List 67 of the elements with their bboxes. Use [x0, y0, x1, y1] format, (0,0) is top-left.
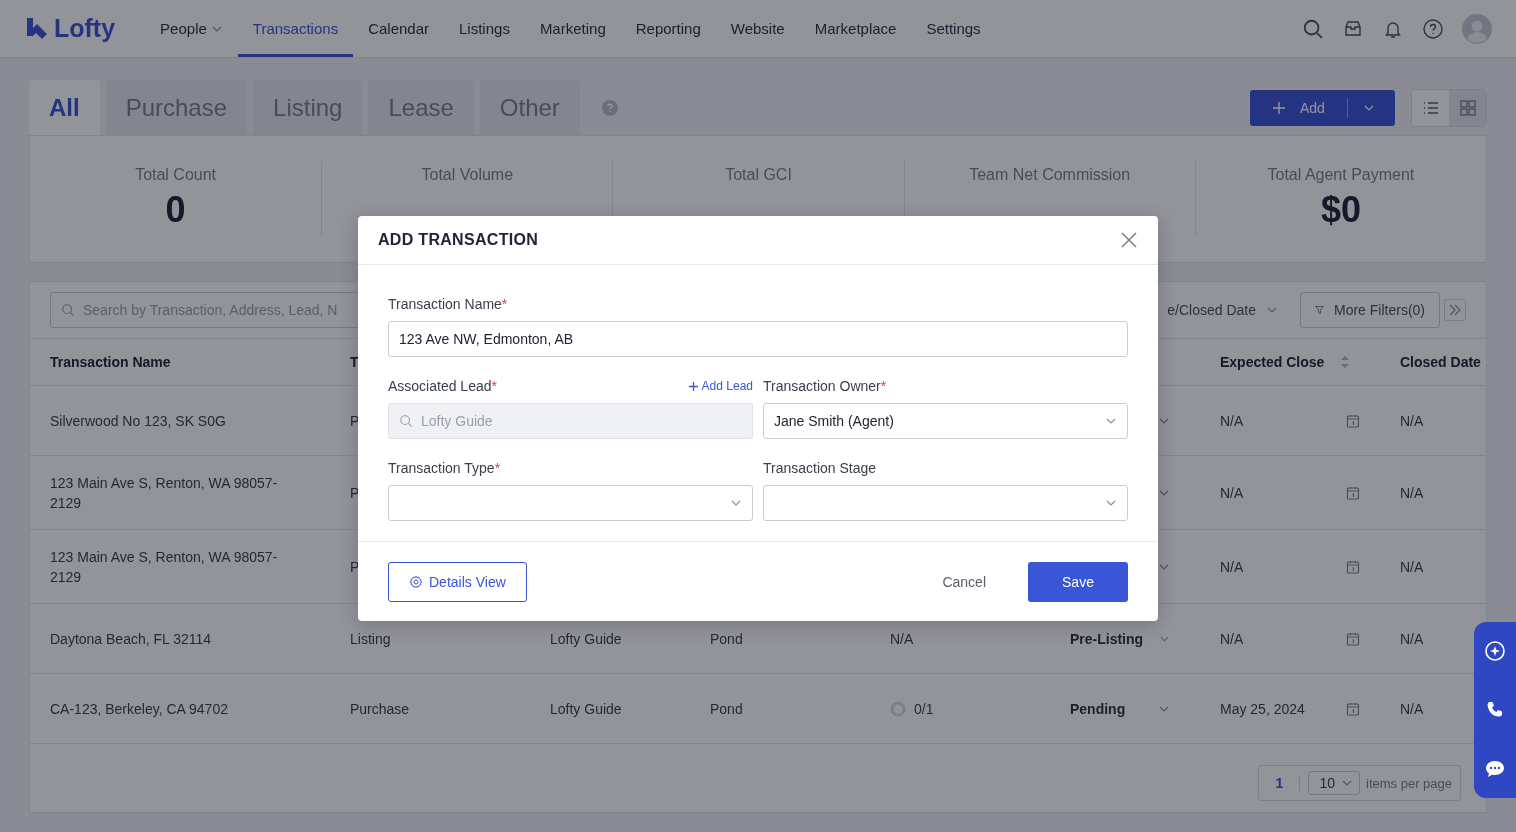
stage-dropdown[interactable]: Pending	[1070, 700, 1126, 717]
table-cell: N/A	[1220, 412, 1244, 429]
nav-item[interactable]: Reporting	[620, 0, 716, 57]
nav-item[interactable]: Listings	[444, 0, 525, 57]
stat-value: $0	[1320, 188, 1361, 232]
table-cell: Lofty Guide	[550, 700, 622, 717]
table-cell-text: 123 Main Ave S, Renton, WA 98057-2129	[50, 547, 279, 587]
table-cell: Lofty Guide	[550, 630, 622, 647]
table-cell-text: N/A	[1400, 700, 1425, 717]
field-label: Transaction Stage	[763, 460, 877, 476]
table-cell: N/A	[1220, 558, 1244, 575]
table-cell: May 25, 2024	[1220, 700, 1305, 717]
table-cell: P	[350, 412, 360, 429]
add-button[interactable]: Add	[1250, 89, 1395, 126]
table-cell: Listing	[350, 630, 391, 647]
select-field[interactable]: Jane Smith (Agent)	[763, 403, 1128, 439]
stat-label: Total Count	[135, 166, 217, 184]
type-tab[interactable]: All	[29, 80, 100, 135]
stat-label: Team Net Commission	[969, 166, 1131, 184]
table-cell-text: N/A	[1400, 484, 1425, 501]
table-cell-text: N/A	[1400, 630, 1425, 647]
stage-dropdown[interactable]: Pre-Listing	[1070, 630, 1144, 647]
save-button[interactable]: Save	[1028, 562, 1128, 602]
stat-label: Total Volume	[421, 166, 514, 184]
table-cell-text: N/A	[1400, 558, 1425, 575]
table-cell: N/A	[890, 630, 914, 647]
transaction-name-field[interactable]: 123 Ave NW, Edmonton, AB	[388, 321, 1128, 357]
table-cell-text: Silverwood No 123, SK S0G	[50, 411, 227, 431]
page-size-label: items per page	[1366, 775, 1452, 791]
field-label: Transaction Type*	[388, 460, 501, 476]
table-cell-text: Daytona Beach, FL 32114	[50, 629, 213, 649]
table-cell: P	[350, 484, 360, 501]
page-size-select[interactable]: 10	[1308, 771, 1360, 795]
details-view-button[interactable]: Details View	[388, 562, 527, 602]
more-filters-button[interactable]: More Filters(0)	[1300, 292, 1440, 328]
field-label: Associated Lead*	[388, 378, 497, 394]
column-header: T	[350, 354, 360, 370]
table-cell: N/A	[1220, 630, 1244, 647]
table-cell: Pond	[710, 630, 743, 647]
nav-item[interactable]: Settings	[911, 0, 996, 57]
column-header[interactable]: Expected Close	[1220, 354, 1325, 370]
page-number[interactable]: 1	[1259, 775, 1301, 791]
table-cell-text: 123 Main Ave S, Renton, WA 98057-2129	[50, 473, 279, 513]
table-cell: Purchase	[350, 700, 410, 717]
nav-item[interactable]: Marketplace	[799, 0, 912, 57]
logo-text: Lofty	[54, 14, 116, 43]
table-cell: Pond	[710, 700, 743, 717]
column-header: Closed Date	[1400, 354, 1482, 370]
field-label: Transaction Owner*	[763, 378, 887, 394]
stat-label: Total GCI	[725, 166, 792, 184]
column-header: Transaction Name	[50, 354, 172, 370]
nav-item[interactable]: Calendar	[353, 0, 444, 57]
nav-item[interactable]: People	[145, 0, 238, 57]
table-cell-text: N/A	[1400, 412, 1425, 429]
nav-item[interactable]: Marketing	[524, 0, 621, 57]
stat-label: Total Agent Payment	[1267, 166, 1415, 184]
field-label: Transaction Name*	[388, 296, 508, 312]
table-cell: 0/1	[914, 700, 934, 717]
dialog-title: ADD TRANSACTION	[378, 231, 539, 249]
date-filter-dropdown[interactable]: e/Closed Date	[1167, 302, 1278, 318]
nav-item[interactable]: Transactions	[237, 0, 354, 57]
nav-item[interactable]: Website	[715, 0, 800, 57]
table-cell-text: CA-123, Berkeley, CA 94702	[50, 699, 229, 719]
table-cell: P	[350, 558, 360, 575]
table-cell: N/A	[1220, 484, 1244, 501]
stat-value: 0	[165, 188, 186, 232]
cancel-button[interactable]: Cancel	[924, 562, 1004, 602]
